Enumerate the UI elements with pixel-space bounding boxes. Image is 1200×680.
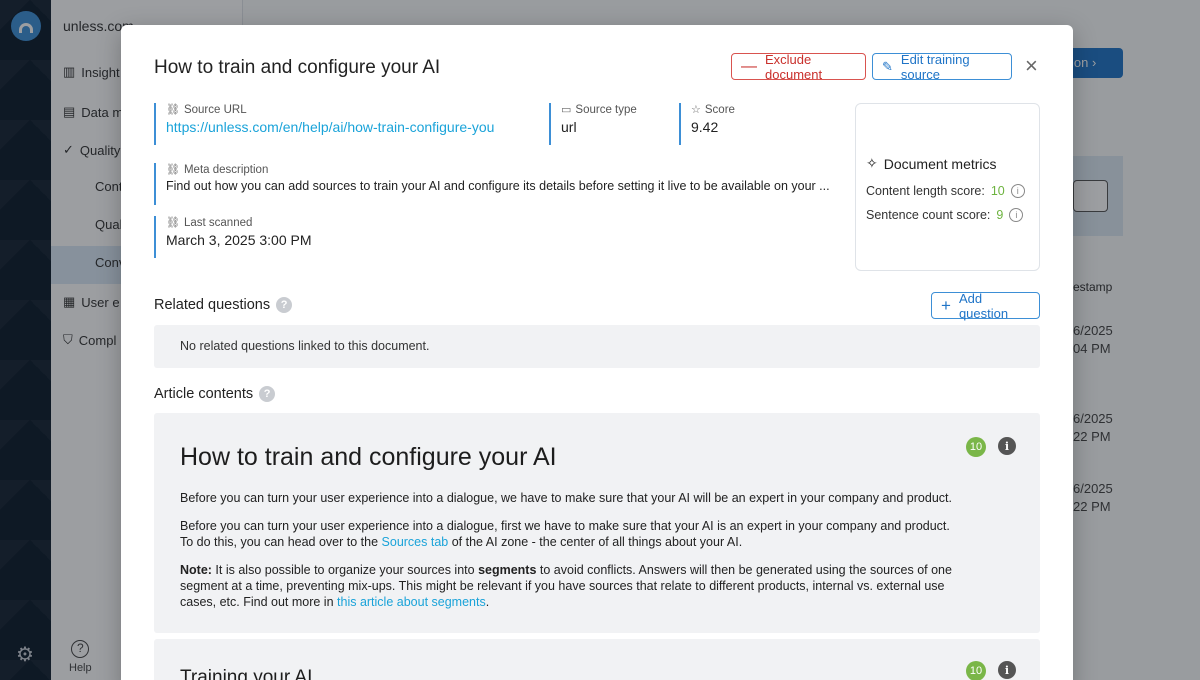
info-icon[interactable]: i [998, 437, 1016, 455]
minus-icon: — [741, 57, 757, 75]
source-url-link[interactable]: https://unless.com/en/help/ai/how-train-… [166, 119, 509, 135]
meta-description-field: ⛓ Meta description Find out how you can a… [154, 163, 844, 205]
score-field: ☆ Score 9.42 [679, 103, 799, 145]
sources-tab-link[interactable]: Sources tab [382, 535, 449, 549]
last-scanned-field: ⛓ Last scanned March 3, 2025 3:00 PM [154, 216, 454, 258]
modal-title: How to train and configure your AI [154, 57, 441, 78]
info-icon[interactable]: i [1010, 184, 1025, 198]
sentence-count-metric: Sentence count score: 9 i [866, 208, 1024, 222]
info-icon[interactable]: i [1009, 208, 1024, 222]
document-metrics-card: ✧ Document metrics Content length score: … [855, 103, 1040, 271]
link-icon: ⛓ [166, 164, 180, 176]
section-score-badge: 10 [966, 661, 986, 680]
star-icon: ☆ [691, 104, 701, 116]
info-icon[interactable]: i [998, 661, 1016, 679]
related-questions-empty: No related questions linked to this docu… [154, 325, 1040, 368]
sparkle-icon: ✧ [866, 155, 878, 171]
article-paragraph: Before you can turn your user experience… [180, 491, 952, 505]
segments-article-link[interactable]: this article about segments [337, 595, 486, 609]
article-section: Training your AI 10 i [154, 639, 1040, 680]
document-modal: How to train and configure your AI — Exc… [121, 25, 1073, 680]
article-note-paragraph: Note: It is also possible to organize yo… [180, 563, 952, 609]
link-icon: ⛓ [166, 104, 180, 116]
section-score-badge: 10 [966, 437, 986, 457]
source-type-field: ▭ Source type url [549, 103, 669, 145]
pencil-icon: ✎ [882, 58, 893, 74]
article-subtitle: Training your AI [180, 667, 313, 680]
source-url-field: ⛓ Source URL https://unless.com/en/help/a… [154, 103, 524, 145]
article-contents-heading: Article contents ? [154, 386, 276, 402]
add-question-button[interactable]: + Add question [931, 291, 1040, 321]
related-questions-heading: Related questions ? [154, 297, 293, 313]
close-icon[interactable]: × [1025, 55, 1038, 77]
help-icon[interactable]: ? [259, 386, 276, 402]
link-icon: ⛓ [166, 217, 180, 229]
folder-icon: ▭ [561, 104, 572, 116]
article-paragraph: Before you can turn your user experience… [180, 519, 950, 549]
article-title: How to train and configure your AI [180, 443, 557, 471]
edit-training-source-button[interactable]: ✎ Edit training source [872, 52, 1012, 82]
content-length-metric: Content length score: 10 i [866, 184, 1025, 198]
help-icon[interactable]: ? [276, 297, 293, 313]
plus-icon: + [941, 295, 951, 315]
exclude-document-button[interactable]: — Exclude document [731, 52, 866, 82]
article-section: How to train and configure your AI 10 i … [154, 413, 1040, 633]
